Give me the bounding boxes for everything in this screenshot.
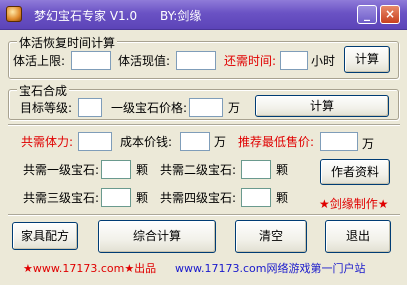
vitality-current-input[interactable] bbox=[176, 51, 216, 70]
furniture-recipe-button[interactable]: 家具配方 bbox=[12, 222, 78, 250]
need-l3-unit: 颗 bbox=[136, 191, 149, 205]
author-info-button[interactable]: 作者资料 bbox=[320, 159, 390, 185]
need-l2-output[interactable] bbox=[241, 160, 271, 179]
min-price-output[interactable] bbox=[320, 132, 358, 151]
minimize-button[interactable]: _ bbox=[357, 5, 377, 24]
target-level-label: 目标等级: bbox=[20, 101, 73, 115]
vitality-group-title: 体活恢复时间计算 bbox=[17, 34, 118, 51]
clear-button[interactable]: 清空 bbox=[235, 220, 307, 253]
cost-label: 成本价钱: bbox=[120, 135, 173, 149]
results-separator bbox=[8, 124, 400, 126]
buttons-separator bbox=[8, 214, 400, 216]
cost-output[interactable] bbox=[180, 132, 210, 151]
need-l4-unit: 颗 bbox=[276, 191, 289, 205]
app-icon bbox=[6, 6, 22, 22]
need-l3-label: 共需三级宝石: bbox=[23, 191, 100, 205]
need-l3-output[interactable] bbox=[101, 188, 131, 207]
need-l2-unit: 颗 bbox=[276, 163, 289, 177]
close-button[interactable]: × bbox=[380, 5, 400, 24]
need-l4-label: 共需四级宝石: bbox=[160, 191, 237, 205]
time-needed-output[interactable] bbox=[280, 51, 308, 70]
min-price-label: 推荐最低售价: bbox=[238, 135, 315, 149]
gem-group-title: 宝石合成 bbox=[17, 82, 70, 99]
gem-price-input[interactable] bbox=[189, 98, 223, 117]
vitality-calc-button[interactable]: 计算 bbox=[344, 46, 390, 73]
target-level-input[interactable] bbox=[78, 98, 102, 117]
need-l2-label: 共需二级宝石: bbox=[160, 163, 237, 177]
gem-price-label: 一级宝石价格: bbox=[111, 101, 188, 115]
total-stamina-label: 共需体力: bbox=[21, 135, 74, 149]
gem-calc-button[interactable]: 计算 bbox=[255, 95, 389, 117]
combined-calc-button[interactable]: 综合计算 bbox=[98, 220, 216, 253]
gem-price-unit: 万 bbox=[228, 101, 241, 115]
author-signature: ★剑缘制作★ bbox=[319, 197, 389, 211]
total-stamina-output[interactable] bbox=[78, 132, 112, 151]
window-title: 梦幻宝石专家 V1.0 BY:剑缘 bbox=[34, 9, 202, 23]
need-l1-unit: 颗 bbox=[136, 163, 149, 177]
min-price-unit: 万 bbox=[362, 137, 375, 151]
hours-unit: 小时 bbox=[311, 54, 336, 68]
title-bar: 梦幻宝石专家 V1.0 BY:剑缘 _ × bbox=[0, 0, 407, 30]
footer-portal-link[interactable]: www.17173.com网络游戏第一门户站 bbox=[175, 260, 365, 276]
vitality-current-label: 体活现值: bbox=[118, 54, 171, 68]
vitality-max-label: 体活上限: bbox=[13, 54, 66, 68]
need-l4-output[interactable] bbox=[241, 188, 271, 207]
vitality-max-input[interactable] bbox=[71, 51, 111, 70]
need-l1-output[interactable] bbox=[101, 160, 131, 179]
cost-unit: 万 bbox=[214, 135, 227, 149]
time-needed-label: 还需时间: bbox=[224, 54, 277, 68]
exit-button[interactable]: 退出 bbox=[325, 220, 391, 253]
footer-credit: ★www.17173.com★出品 bbox=[23, 262, 157, 275]
need-l1-label: 共需一级宝石: bbox=[23, 163, 100, 177]
